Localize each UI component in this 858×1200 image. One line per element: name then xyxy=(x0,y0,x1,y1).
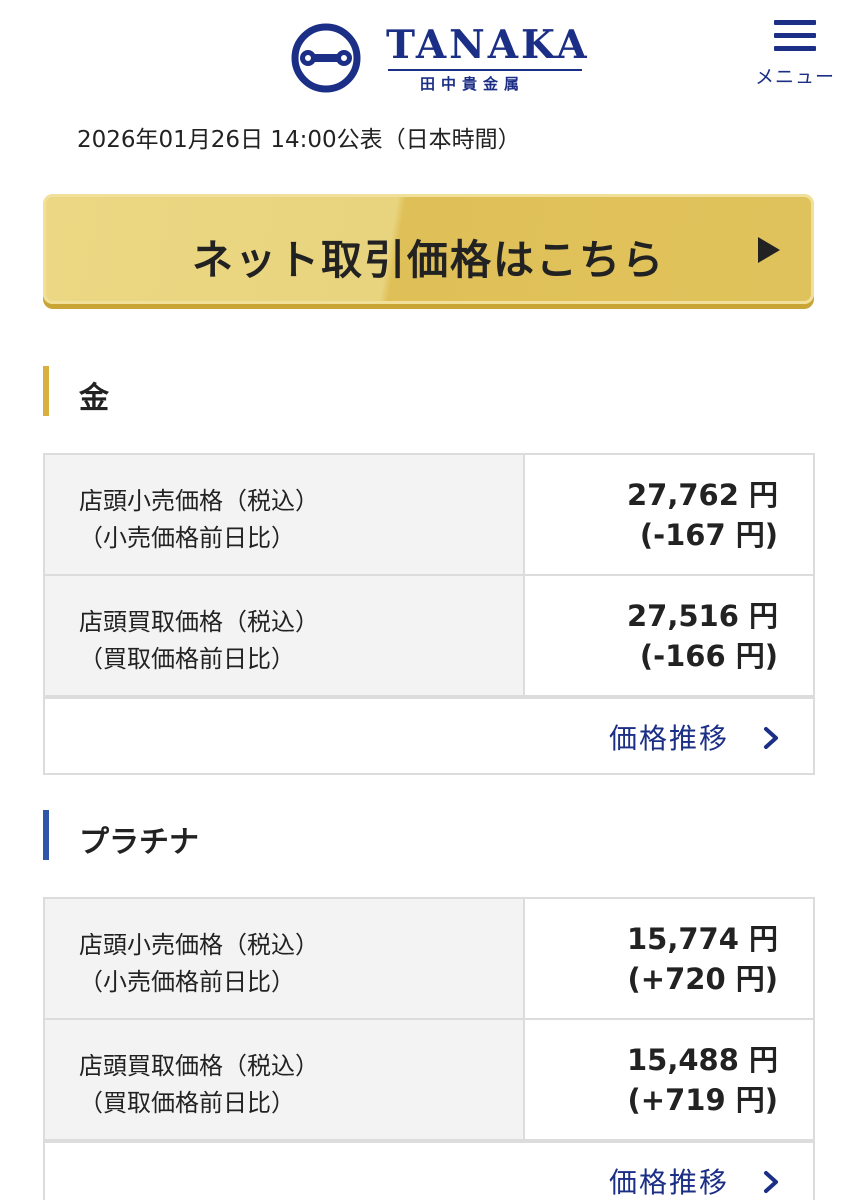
price-value: 15,488 円 xyxy=(626,1043,778,1077)
tanaka-logo[interactable]: TANAKA 田中貴金属 xyxy=(290,20,590,100)
row-label: 店頭小売価格（税込） xyxy=(79,931,319,959)
table-row: 店頭買取価格（税込） （買取価格前日比） 15,488 円 (+719 円) xyxy=(45,1020,813,1141)
logo-subtitle: 田中貴金属 xyxy=(420,75,526,93)
price-change: (+719 円) xyxy=(627,1083,778,1117)
cta-label: ネット取引価格はこちら xyxy=(192,236,665,284)
price-change: (-167 円) xyxy=(639,518,778,552)
menu-button[interactable]: メニュー xyxy=(752,16,838,88)
hamburger-menu-icon xyxy=(774,16,816,52)
price-value-cell: 27,516 円 (-166 円) xyxy=(525,576,813,695)
platinum-accent-bar xyxy=(43,810,49,860)
table-row: 店頭小売価格（税込） （小売価格前日比） 27,762 円 (-167 円) xyxy=(45,455,813,576)
table-row: 店頭買取価格（税込） （買取価格前日比） 27,516 円 (-166 円) xyxy=(45,576,813,697)
logo-name: TANAKA xyxy=(386,22,590,68)
price-change: (+720 円) xyxy=(627,962,778,996)
row-sublabel: （買取価格前日比） xyxy=(79,1089,295,1117)
table-row: 店頭小売価格（税込） （小売価格前日比） 15,774 円 (+720 円) xyxy=(45,899,813,1020)
price-label-cell: 店頭小売価格（税込） （小売価格前日比） xyxy=(45,455,525,574)
logo-divider xyxy=(388,69,582,71)
play-arrow-icon xyxy=(758,237,780,263)
header: TANAKA 田中貴金属 メニュー xyxy=(0,0,858,110)
row-sublabel: （買取価格前日比） xyxy=(79,645,295,673)
price-value-cell: 15,488 円 (+719 円) xyxy=(525,1020,813,1139)
price-value-cell: 15,774 円 (+720 円) xyxy=(525,899,813,1018)
price-value: 15,774 円 xyxy=(626,922,778,956)
chevron-right-icon xyxy=(764,1171,778,1193)
net-trading-price-button[interactable]: ネット取引価格はこちら xyxy=(43,194,814,304)
price-value-cell: 27,762 円 (-167 円) xyxy=(525,455,813,574)
price-change: (-166 円) xyxy=(639,639,778,673)
platinum-price-table: 店頭小売価格（税込） （小売価格前日比） 15,774 円 (+720 円) 店… xyxy=(43,897,815,1200)
row-label: 店頭買取価格（税込） xyxy=(79,1052,319,1080)
publish-timestamp: 2026年01月26日 14:00公表（日本時間） xyxy=(77,127,521,153)
price-label-cell: 店頭買取価格（税込） （買取価格前日比） xyxy=(45,576,525,695)
price-label-cell: 店頭小売価格（税込） （小売価格前日比） xyxy=(45,899,525,1018)
section-title-platinum: プラチナ xyxy=(79,825,199,860)
menu-label: メニュー xyxy=(754,66,835,88)
price-value: 27,516 円 xyxy=(626,599,778,633)
price-history-label: 価格推移 xyxy=(608,722,729,755)
chevron-right-icon xyxy=(764,727,778,749)
row-label: 店頭小売価格（税込） xyxy=(79,487,319,515)
price-history-label: 価格推移 xyxy=(608,1166,729,1199)
platinum-price-history-link[interactable]: 価格推移 xyxy=(45,1141,813,1200)
gold-section-heading: 金 xyxy=(43,366,343,416)
row-sublabel: （小売価格前日比） xyxy=(79,968,295,996)
price-value: 27,762 円 xyxy=(626,478,778,512)
section-title-gold: 金 xyxy=(79,381,109,416)
platinum-section-heading: プラチナ xyxy=(43,810,343,860)
gold-price-history-link[interactable]: 価格推移 xyxy=(45,697,813,773)
price-label-cell: 店頭買取価格（税込） （買取価格前日比） xyxy=(45,1020,525,1139)
gold-price-table: 店頭小売価格（税込） （小売価格前日比） 27,762 円 (-167 円) 店… xyxy=(43,453,815,775)
gold-accent-bar xyxy=(43,366,49,416)
row-sublabel: （小売価格前日比） xyxy=(79,524,295,552)
page: TANAKA 田中貴金属 メニュー 2026年01月26日 14:00公表（日本… xyxy=(0,0,858,1200)
row-label: 店頭買取価格（税込） xyxy=(79,608,319,636)
tanaka-emblem-icon xyxy=(291,23,361,93)
